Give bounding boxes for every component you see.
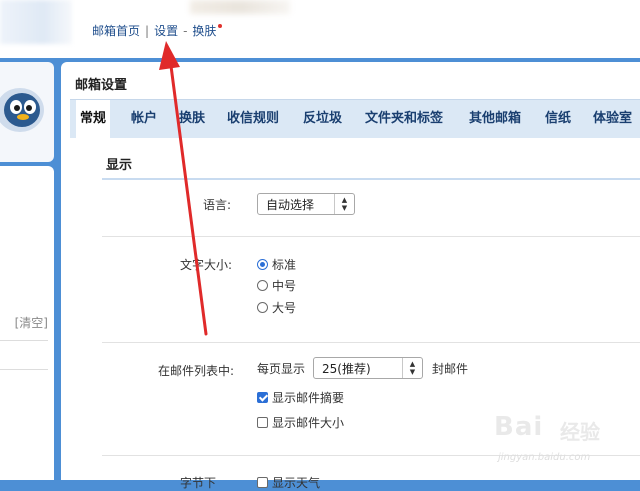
section-divider bbox=[102, 178, 640, 180]
cutoff-row-label: 字节下 bbox=[180, 476, 217, 490]
language-label: 语言: bbox=[203, 198, 232, 212]
tab-receive-rules[interactable]: 收信规则 bbox=[227, 100, 279, 138]
skin-link[interactable]: 换肤 bbox=[192, 24, 216, 38]
option-label: 大号 bbox=[272, 301, 297, 315]
tab-stationery[interactable]: 信纸 bbox=[545, 100, 571, 138]
sidebar-divider bbox=[0, 369, 48, 370]
tab-skin[interactable]: 换肤 bbox=[179, 100, 205, 138]
settings-tab-bar: 常规 帐户 换肤 收信规则 反垃圾 文件夹和标签 其他邮箱 信纸 体验室 bbox=[70, 99, 640, 138]
radio-button[interactable] bbox=[257, 259, 268, 270]
settings-link[interactable]: 设置 bbox=[154, 24, 178, 38]
baidu-watermark: Bai 经验 jingyan.baidu.com bbox=[494, 410, 634, 474]
show-weather-option[interactable]: 显示天气 bbox=[257, 474, 320, 491]
font-size-option-standard[interactable]: 标准 bbox=[257, 256, 296, 273]
sidebar-folder-panel: [清空] bbox=[0, 166, 54, 480]
font-size-option-large[interactable]: 大号 bbox=[257, 299, 296, 316]
tab-anti-spam[interactable]: 反垃圾 bbox=[303, 100, 342, 138]
checkbox[interactable] bbox=[257, 477, 268, 488]
per-page-select[interactable]: 25(推荐) ▲ ▼ bbox=[313, 357, 423, 379]
option-label: 显示邮件摘要 bbox=[272, 391, 345, 405]
sidebar-divider bbox=[0, 340, 48, 341]
tab-general[interactable]: 常规 bbox=[76, 100, 111, 138]
clear-trash-link[interactable]: [清空] bbox=[15, 314, 48, 331]
row-divider bbox=[102, 342, 640, 343]
page-title: 邮箱设置 bbox=[75, 78, 128, 93]
show-size-option[interactable]: 显示邮件大小 bbox=[257, 414, 344, 431]
option-label: 显示天气 bbox=[272, 476, 321, 490]
option-label: 中号 bbox=[272, 279, 297, 293]
row-divider bbox=[102, 236, 640, 237]
blurred-header-text bbox=[190, 0, 290, 14]
top-links: 邮箱首页 | 设置 - 换肤 bbox=[92, 22, 223, 39]
watermark-brand: Bai bbox=[494, 412, 544, 442]
watermark-cn: 经验 bbox=[560, 420, 600, 444]
radio-button[interactable] bbox=[257, 302, 268, 313]
checkbox[interactable] bbox=[257, 392, 268, 403]
option-label: 标准 bbox=[272, 258, 297, 272]
mail-list-label: 在邮件列表中: bbox=[158, 364, 235, 378]
font-size-option-medium[interactable]: 中号 bbox=[257, 277, 296, 294]
blurred-logo bbox=[0, 0, 72, 44]
font-size-label: 文字大小: bbox=[180, 258, 233, 272]
link-separator: | bbox=[145, 24, 150, 38]
checkbox[interactable] bbox=[257, 417, 268, 428]
tab-account[interactable]: 帐户 bbox=[131, 100, 157, 138]
sidebar-mascot-panel bbox=[0, 62, 54, 162]
new-dot-icon bbox=[218, 24, 223, 28]
top-bar: 邮箱首页 | 设置 - 换肤 bbox=[0, 0, 640, 58]
section-title-display: 显示 bbox=[106, 158, 133, 173]
per-page-prefix: 每页显示 bbox=[257, 362, 306, 376]
tab-folders-labels[interactable]: 文件夹和标签 bbox=[365, 100, 443, 138]
per-page-select-value: 25(推荐) bbox=[322, 362, 371, 376]
option-label: 显示邮件大小 bbox=[272, 416, 345, 430]
watermark-url: jingyan.baidu.com bbox=[498, 452, 591, 463]
link-dash: - bbox=[183, 24, 188, 38]
language-select-value: 自动选择 bbox=[266, 198, 315, 212]
tab-other-mailbox[interactable]: 其他邮箱 bbox=[469, 100, 521, 138]
show-summary-option[interactable]: 显示邮件摘要 bbox=[257, 389, 344, 406]
select-arrow-icon: ▲ ▼ bbox=[402, 358, 422, 378]
per-page-suffix: 封邮件 bbox=[432, 362, 469, 376]
language-select[interactable]: 自动选择 ▲ ▼ bbox=[257, 193, 355, 215]
tab-lab[interactable]: 体验室 bbox=[593, 100, 632, 138]
radio-button[interactable] bbox=[257, 280, 268, 291]
select-arrow-icon: ▲ ▼ bbox=[334, 194, 354, 214]
mailbox-home-link[interactable]: 邮箱首页 bbox=[92, 24, 140, 38]
penguin-mascot-icon bbox=[0, 88, 44, 132]
